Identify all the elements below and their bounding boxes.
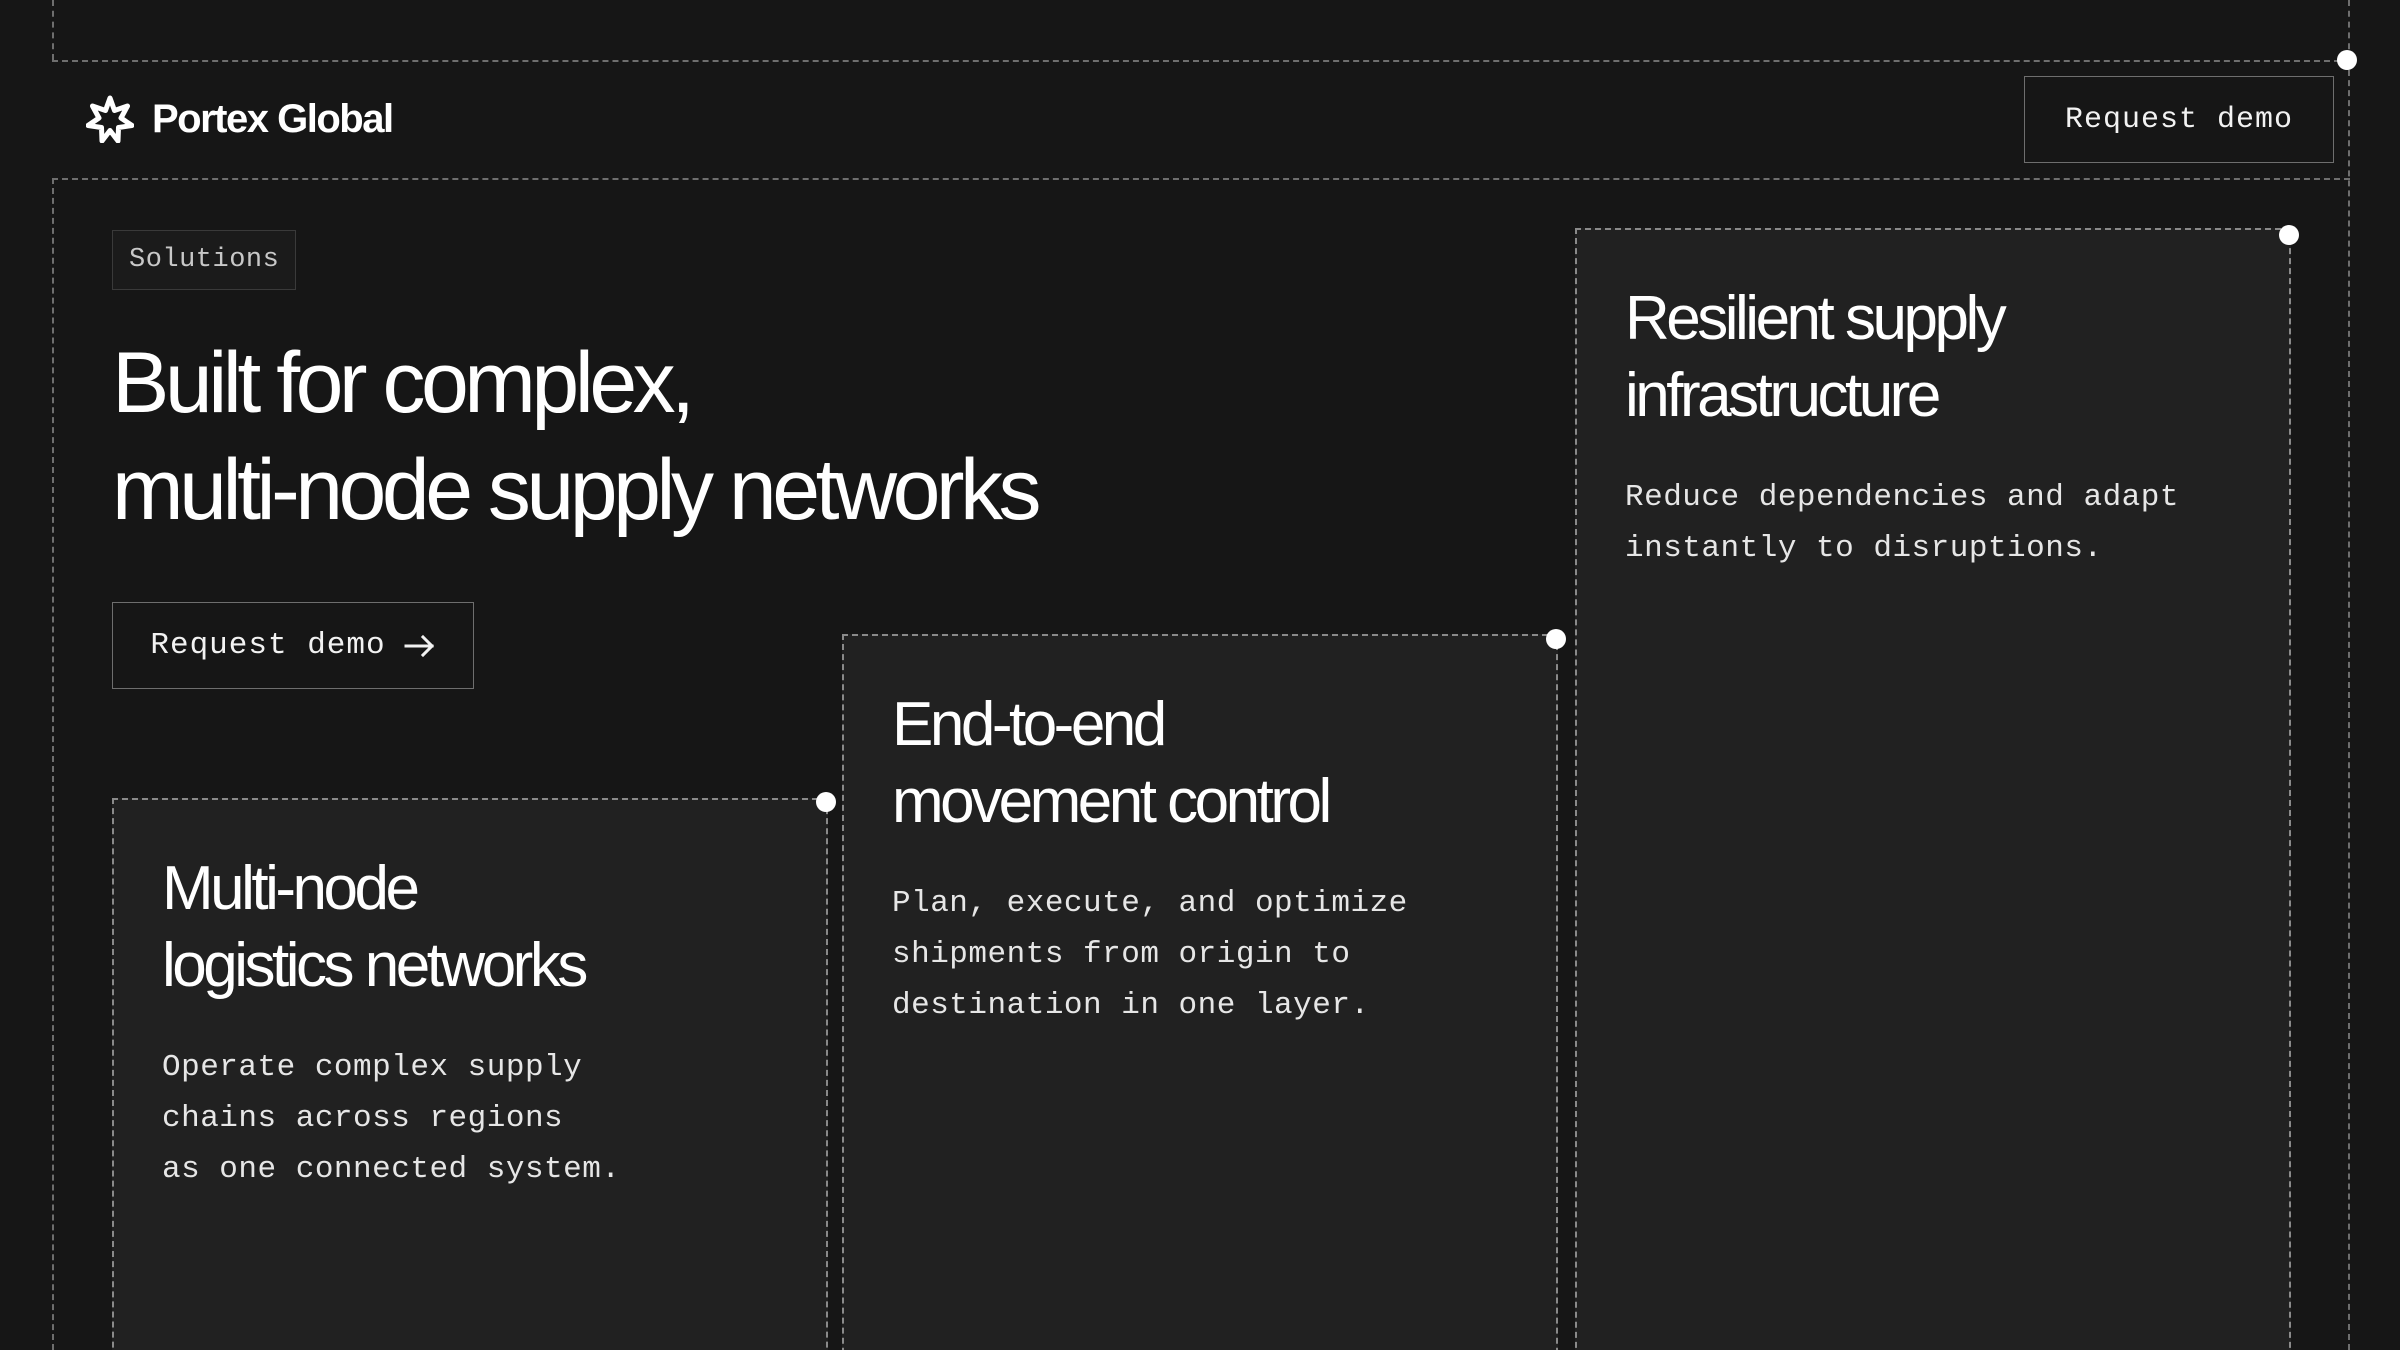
card-title-line-2: logistics networks — [162, 931, 588, 1000]
card-title-line-2: movement control — [892, 767, 1332, 836]
card-body: Reduce dependencies and adapt instantly … — [1625, 472, 2179, 574]
card-title: Multi-node logistics networks — [162, 850, 588, 1004]
card-title: Resilient supply infrastructure — [1625, 280, 2007, 434]
card-body-line-3: destination in one layer. — [892, 988, 1370, 1023]
hero-title-line-2: multi-node supply networks — [112, 442, 1042, 538]
node-dot — [2279, 225, 2299, 245]
header-request-demo-button[interactable]: Request demo — [2024, 76, 2334, 163]
frame-line-header-bottom — [52, 178, 2350, 180]
card-body-line-2: chains across regions — [162, 1101, 564, 1136]
section-tag: Solutions — [112, 230, 297, 290]
card-title-line-1: Multi-node — [162, 854, 420, 923]
node-dot — [816, 792, 836, 812]
card-body-line-2: instantly to disruptions. — [1625, 531, 2103, 566]
page: Portex Global Request demo Solutions Bui… — [0, 0, 2400, 1350]
starburst-logo-icon — [86, 95, 134, 143]
hero-title: Built for complex, multi-node supply net… — [112, 330, 1362, 544]
card-body: Plan, execute, and optimize shipments fr… — [892, 878, 1408, 1031]
card-body-line-1: Operate complex supply — [162, 1050, 583, 1085]
feature-card-multi-node: Multi-node logistics networks Operate co… — [112, 798, 828, 1350]
section-tag-label: Solutions — [129, 245, 280, 275]
frame-line-header-top — [52, 60, 2350, 62]
card-body: Operate complex supply chains across reg… — [162, 1042, 620, 1195]
feature-card-end-to-end: End-to-end movement control Plan, execut… — [842, 634, 1558, 1350]
card-body-line-1: Plan, execute, and optimize — [892, 886, 1408, 921]
hero-title-line-1: Built for complex, — [112, 335, 695, 431]
node-dot — [1546, 629, 1566, 649]
frame-line-left — [52, 178, 54, 1350]
brand[interactable]: Portex Global — [86, 92, 394, 146]
hero-request-demo-button[interactable]: Request demo — [112, 602, 474, 689]
arrow-right-icon — [404, 634, 434, 657]
brand-name: Portex Global — [152, 96, 394, 141]
card-title-line-1: End-to-end — [892, 690, 1167, 759]
header-request-demo-label: Request demo — [2064, 102, 2294, 137]
card-body-line-2: shipments from origin to — [892, 937, 1351, 972]
frame-line-left-top — [52, 0, 54, 60]
card-title-line-2: infrastructure — [1625, 361, 1941, 430]
card-body-line-1: Reduce dependencies and adapt — [1625, 480, 2179, 515]
card-body-line-3: as one connected system. — [162, 1152, 621, 1187]
node-dot — [2337, 50, 2357, 70]
card-title-line-1: Resilient supply — [1625, 284, 2007, 353]
feature-card-resilient: Resilient supply infrastructure Reduce d… — [1575, 228, 2291, 1350]
frame-line-right — [2348, 60, 2350, 1350]
hero-request-demo-label: Request demo — [150, 628, 386, 663]
card-title: End-to-end movement control — [892, 686, 1332, 840]
